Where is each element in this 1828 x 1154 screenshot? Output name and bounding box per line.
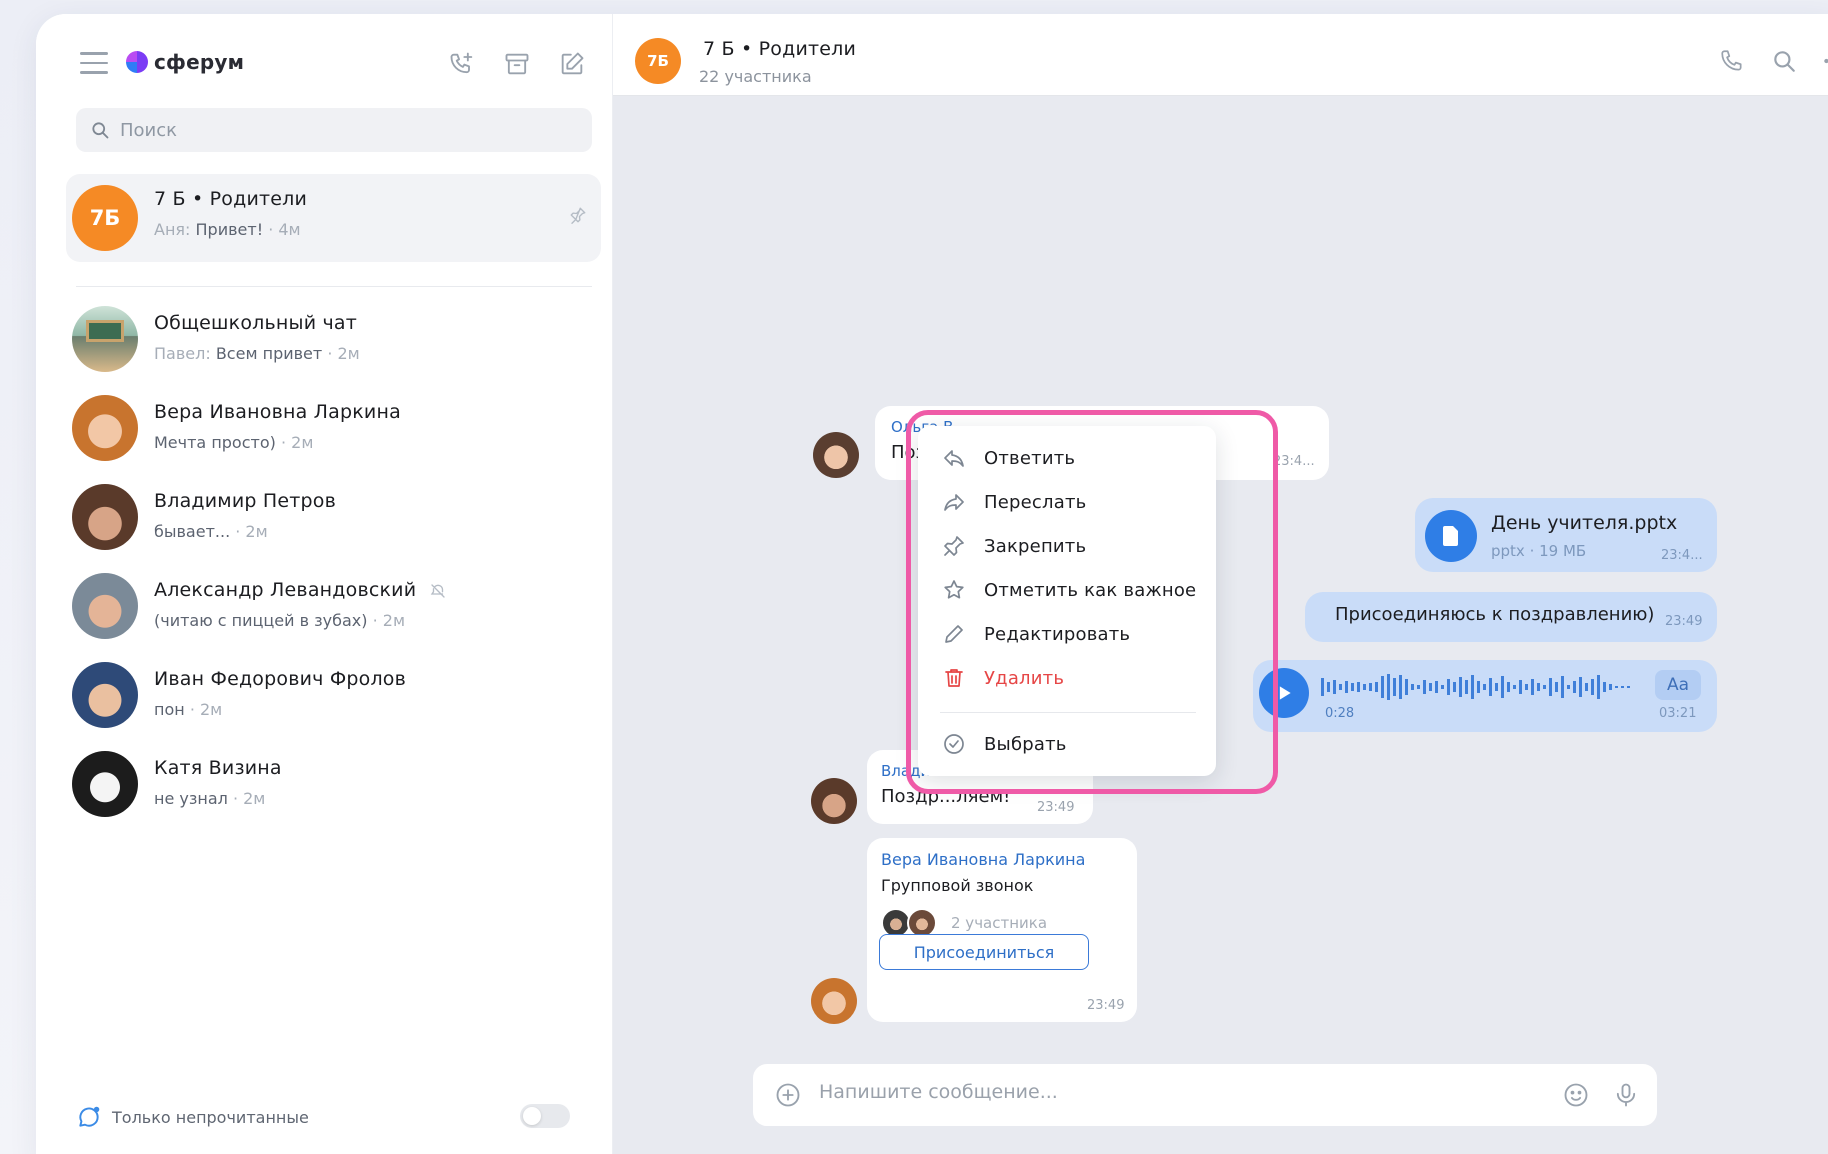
file-message[interactable]: День учителя.pptx pptx · 19 МБ 23:4... bbox=[1415, 498, 1717, 572]
call-title: Групповой звонок bbox=[881, 876, 1034, 895]
microphone-icon[interactable] bbox=[1609, 1078, 1643, 1112]
chat-item[interactable]: Общешкольный чат Павел: Всем привет · 2м bbox=[66, 304, 601, 384]
message-time: 23:4... bbox=[1273, 454, 1315, 469]
avatar bbox=[813, 432, 859, 478]
chat-preview: пон · 2м bbox=[154, 700, 223, 719]
menu-icon[interactable] bbox=[80, 52, 108, 74]
avatar bbox=[72, 306, 138, 372]
chat-name: Владимир Петров bbox=[154, 490, 337, 512]
chat-name: Общешкольный чат bbox=[154, 312, 358, 334]
message-composer bbox=[753, 1064, 1657, 1126]
logo: сферум bbox=[126, 50, 244, 74]
attach-icon[interactable] bbox=[771, 1078, 805, 1112]
chat-item-active[interactable]: 7Б 7 Б • Родители Аня: Привет! · 4м bbox=[66, 174, 601, 262]
group-call-card[interactable]: Вера Ивановна Ларкина Групповой звонок 2… bbox=[867, 838, 1137, 1022]
transcribe-button[interactable]: Аа bbox=[1655, 670, 1701, 700]
call-participants: 2 участника bbox=[951, 914, 1048, 932]
chat-item[interactable]: Катя Визина не узнал · 2м bbox=[66, 749, 601, 829]
chat-item[interactable]: Владимир Петров бывает... · 2м bbox=[66, 482, 601, 562]
message-time: 23:49 bbox=[1665, 614, 1703, 629]
chat-item[interactable]: Вера Ивановна Ларкина Мечта просто) · 2м bbox=[66, 393, 601, 473]
divider bbox=[76, 286, 592, 287]
sidebar-header: сферум bbox=[36, 14, 613, 110]
chat-item[interactable]: Александр Левандовский (читаю с пиццей в… bbox=[66, 571, 601, 651]
search-input[interactable] bbox=[120, 119, 560, 141]
unread-chat-icon bbox=[79, 1106, 100, 1127]
chat-preview: Аня: Привет! · 4м bbox=[154, 220, 301, 239]
avatar bbox=[72, 662, 138, 728]
chat-avatar[interactable]: 7Б bbox=[635, 38, 681, 84]
emoji-icon[interactable] bbox=[1559, 1078, 1593, 1112]
message-time: 23:49 bbox=[1037, 800, 1075, 815]
chat-name: Александр Левандовский bbox=[154, 579, 447, 601]
new-call-icon[interactable] bbox=[446, 48, 478, 80]
chat-subtitle: 22 участника bbox=[699, 67, 812, 86]
more-icon[interactable] bbox=[1817, 44, 1828, 78]
unread-filter: Только непрочитанные bbox=[76, 1104, 309, 1130]
logo-text: сферум bbox=[154, 50, 245, 74]
phone-icon[interactable] bbox=[1715, 44, 1749, 78]
message-input[interactable] bbox=[819, 1081, 1519, 1103]
avatar: 7Б bbox=[72, 185, 138, 251]
search-bar[interactable] bbox=[76, 108, 592, 152]
highlight-frame bbox=[906, 410, 1278, 794]
message-bubble[interactable]: Присоединяюсь к поздравлению) 23:49 bbox=[1305, 592, 1717, 642]
chat-preview: бывает... · 2м bbox=[154, 522, 268, 541]
chat-item[interactable]: Иван Федорович Фролов пон · 2м bbox=[66, 660, 601, 740]
message-time: 03:21 bbox=[1659, 706, 1697, 721]
waveform[interactable] bbox=[1321, 670, 1647, 704]
message-text: Присоединяюсь к поздравлению) bbox=[1335, 604, 1655, 625]
voice-duration: 0:28 bbox=[1325, 706, 1355, 721]
pin-icon bbox=[569, 206, 587, 228]
chat-name: Иван Федорович Фролов bbox=[154, 668, 407, 690]
file-meta: pptx · 19 МБ bbox=[1491, 542, 1587, 560]
file-name: День учителя.pptx bbox=[1491, 512, 1678, 534]
avatar bbox=[811, 978, 857, 1024]
sidebar: сферум 7Б 7 Б • Родители Аня: Привет! · … bbox=[36, 14, 613, 1154]
chat-title[interactable]: 7 Б • Родители bbox=[703, 38, 856, 60]
archive-icon[interactable] bbox=[501, 48, 533, 80]
file-icon bbox=[1425, 510, 1477, 562]
avatar bbox=[72, 573, 138, 639]
chat-name: 7 Б • Родители bbox=[154, 188, 308, 210]
search-icon[interactable] bbox=[1767, 44, 1801, 78]
muted-icon bbox=[430, 583, 445, 598]
avatar bbox=[811, 778, 857, 824]
unread-toggle[interactable] bbox=[520, 1104, 570, 1128]
unread-filter-label: Только непрочитанные bbox=[112, 1107, 309, 1127]
chat-preview: не узнал · 2м bbox=[154, 789, 266, 808]
chat-preview: Павел: Всем привет · 2м bbox=[154, 344, 360, 363]
chat-name: Катя Визина bbox=[154, 757, 282, 779]
voice-message[interactable]: 0:28 Аа 03:21 bbox=[1253, 660, 1717, 732]
chat-header: 7Б 7 Б • Родители 22 участника bbox=[613, 14, 1828, 96]
compose-icon[interactable] bbox=[556, 48, 588, 80]
message-time: 23:4... bbox=[1661, 548, 1703, 563]
avatar bbox=[72, 484, 138, 550]
chat-name: Вера Ивановна Ларкина bbox=[154, 401, 401, 423]
chat-preview: (читаю с пиццей в зубах) · 2м bbox=[154, 611, 406, 630]
logo-mark-icon bbox=[126, 51, 148, 73]
message-sender: Вера Ивановна Ларкина bbox=[881, 850, 1086, 869]
avatar bbox=[72, 395, 138, 461]
join-call-button[interactable]: Присоединиться bbox=[879, 934, 1089, 970]
avatar bbox=[72, 751, 138, 817]
search-icon bbox=[92, 122, 109, 139]
chat-preview: Мечта просто) · 2м bbox=[154, 433, 314, 452]
message-time: 23:49 bbox=[1087, 998, 1125, 1013]
